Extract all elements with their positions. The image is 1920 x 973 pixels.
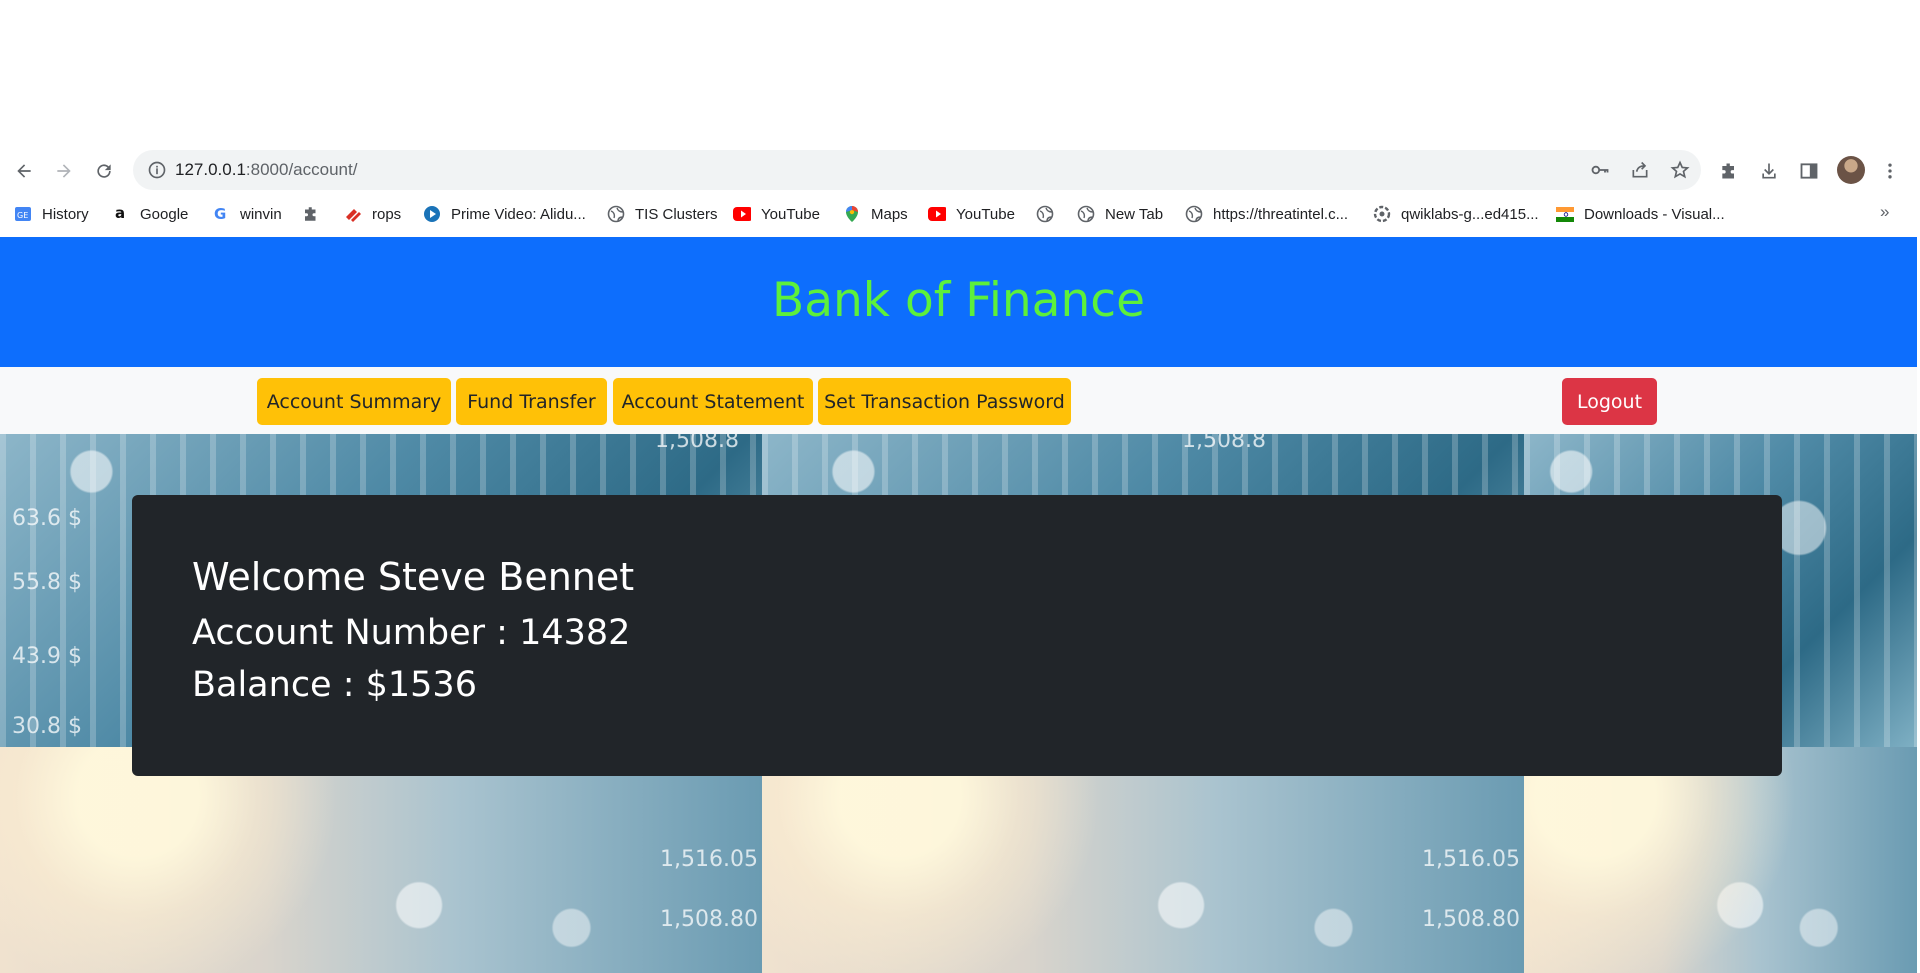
svg-text:a: a	[115, 205, 125, 222]
maps-icon	[843, 205, 861, 223]
bookmark-rops[interactable]: rops	[344, 203, 401, 225]
background-label: 1,508.80	[1422, 907, 1520, 932]
extension-icon	[302, 205, 320, 223]
site-brand-title: Bank of Finance	[771, 272, 1146, 328]
profile-avatar[interactable]	[1837, 156, 1865, 184]
account-info-card: Welcome Steve Bennet Account Number : 14…	[132, 495, 1782, 776]
bookmark-label: YouTube	[956, 205, 1015, 223]
downloads-button[interactable]	[1752, 154, 1786, 188]
globe-icon	[1185, 205, 1203, 223]
background-label: 1,516.05	[1422, 847, 1520, 872]
background-label: 55.8 $	[12, 570, 82, 595]
bookmark-downloads-visual[interactable]: Downloads - Visual...	[1556, 203, 1725, 225]
share-icon[interactable]	[1629, 159, 1651, 181]
india-flag-icon	[1556, 205, 1574, 223]
background-tile: 1,516.05 1,508.80	[762, 747, 1524, 973]
set-transaction-password-button[interactable]: Set Transaction Password	[818, 378, 1071, 425]
qwiklabs-icon	[1373, 205, 1391, 223]
bookmark-label: https://threatintel.c...	[1213, 205, 1349, 223]
bookmark-threatintel[interactable]: https://threatintel.c...	[1185, 203, 1348, 225]
back-button[interactable]	[7, 154, 41, 188]
account-number-text: Account Number : 14382	[192, 613, 631, 653]
background-label: 1,508.8	[1182, 434, 1266, 453]
logout-button[interactable]: Logout	[1562, 378, 1657, 425]
bookmark-label: rops	[372, 205, 402, 223]
window-top-area	[0, 0, 1920, 149]
arrow-right-icon	[57, 164, 71, 178]
bookmarks-overflow-button[interactable]: »	[1880, 202, 1889, 222]
background-label: 63.6 $	[12, 506, 82, 531]
svg-text:G: G	[214, 205, 226, 223]
bookmark-label: Prime Video: Alidu...	[451, 205, 586, 223]
url-host: 127.0.0.1	[175, 160, 246, 179]
bookmark-new-tab[interactable]: New Tab	[1077, 203, 1163, 225]
bookmark-tis-clusters[interactable]: TIS Clusters	[607, 203, 718, 225]
bookmark-history[interactable]: GE History	[14, 203, 89, 225]
bookmark-qwiklabs[interactable]: qwiklabs-g...ed415...	[1373, 203, 1539, 225]
bookmark-youtube[interactable]: YouTube	[733, 203, 820, 225]
bookmark-label: qwiklabs-g...ed415...	[1401, 205, 1539, 223]
globe-icon	[607, 205, 625, 223]
account-summary-button[interactable]: Account Summary	[257, 378, 451, 425]
puzzle-icon	[1722, 163, 1734, 179]
background-label: 1,508.80	[660, 907, 758, 932]
bookmark-label: Google	[140, 205, 189, 223]
account-statement-button[interactable]: Account Statement	[613, 378, 813, 425]
browser-toolbar: 127.0.0.1:8000/account/	[0, 149, 1920, 193]
balance-text: Balance : $1536	[192, 665, 477, 705]
bookmark-label: Maps	[871, 205, 908, 223]
address-bar[interactable]: 127.0.0.1:8000/account/	[133, 150, 1701, 190]
bookmark-winvin[interactable]: G winvin	[212, 203, 282, 225]
background-tile	[1524, 747, 1917, 973]
bookmark-label: YouTube	[761, 205, 820, 223]
side-panel-button[interactable]	[1792, 154, 1826, 188]
youtube-icon	[733, 205, 751, 223]
bookmark-extension[interactable]	[302, 203, 330, 225]
side-panel-icon	[1800, 163, 1818, 179]
url-path: :8000/account/	[245, 160, 358, 179]
reload-button[interactable]	[87, 154, 121, 188]
bookmark-label: Downloads - Visual...	[1584, 205, 1725, 223]
reload-icon	[97, 164, 111, 178]
arrow-left-icon	[17, 164, 31, 178]
bookmark-maps[interactable]: Maps	[843, 203, 908, 225]
background-label: 1,516.05	[660, 847, 758, 872]
bookmark-star-icon[interactable]	[1669, 159, 1691, 181]
bookmark-label: TIS Clusters	[635, 205, 718, 223]
forward-button[interactable]	[47, 154, 81, 188]
svg-text:GE: GE	[17, 211, 28, 220]
google-icon: G	[212, 205, 230, 223]
bookmark-label: winvin	[240, 205, 282, 223]
browser-menu-button[interactable]	[1873, 154, 1907, 188]
background-label: 30.8 $	[12, 714, 82, 739]
background-label: 1,508.8	[655, 434, 739, 453]
bookmark-prime-video[interactable]: Prime Video: Alidu...	[423, 203, 586, 225]
amazon-icon: a	[112, 205, 130, 223]
bookmarks-bar: GE History a Google G winvin rops Prime …	[0, 193, 1920, 234]
background-tile: 1,516.05 1,508.80	[0, 747, 762, 973]
history-icon: GE	[14, 205, 32, 223]
kebab-menu-icon	[1888, 163, 1892, 179]
background-label: 43.9 $	[12, 644, 82, 669]
fund-transfer-button[interactable]: Fund Transfer	[456, 378, 607, 425]
download-icon	[1762, 163, 1776, 179]
url-text[interactable]: 127.0.0.1:8000/account/	[175, 150, 357, 190]
globe-icon	[1036, 205, 1054, 223]
youtube-icon	[928, 205, 946, 223]
rops-icon	[344, 205, 362, 223]
extensions-button[interactable]	[1712, 154, 1746, 188]
site-navbar: Account Summary Fund Transfer Account St…	[0, 367, 1917, 434]
prime-video-icon	[423, 205, 441, 223]
welcome-heading: Welcome Steve Bennet	[192, 555, 635, 599]
site-info-icon[interactable]	[147, 160, 167, 180]
bookmark-label: History	[42, 205, 89, 223]
bookmark-google[interactable]: a Google	[112, 203, 188, 225]
globe-icon	[1077, 205, 1095, 223]
bookmark-label: New Tab	[1105, 205, 1164, 223]
password-key-icon[interactable]	[1589, 159, 1611, 181]
site-header: Bank of Finance	[0, 237, 1917, 367]
bookmark-youtube-2[interactable]: YouTube	[928, 203, 1015, 225]
bookmark-globe[interactable]	[1036, 203, 1064, 225]
